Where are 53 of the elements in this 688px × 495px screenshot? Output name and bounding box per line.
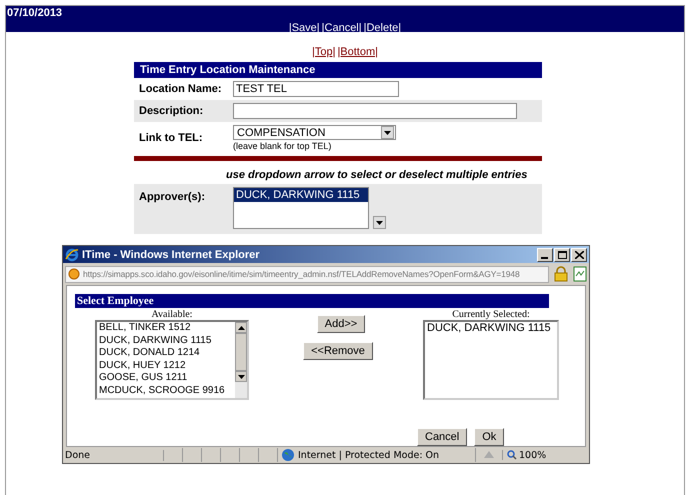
maximize-icon[interactable] [554,248,570,262]
minimize-icon[interactable] [537,248,553,262]
list-item[interactable]: MCDUCK, SCROOGE 9916 [99,384,235,397]
list-item[interactable]: GOOSE, GUS 1211 [99,372,235,384]
list-box[interactable]: BELL, TINKER 1512 DUCK, DARKWING 1115 DUCK, DONALD 1214 DUCK, HUEY 1212 GOOSE, GUS 1211 MCDUCK, SCROOGE 9916 [95,320,249,400]
list-item[interactable]: BELL, TINKER 1512 [99,322,235,334]
field-label: Approver(s): [139,191,206,203]
lock-icon [553,266,569,282]
column-label: Currently Selected: [452,309,530,320]
header-link[interactable]: |Delete| [364,22,402,34]
window-title: ITime - Windows Internet Explorer [82,248,261,260]
dropdown[interactable]: COMPENSATION [233,125,396,140]
section-title: Select Employee [75,294,549,308]
hint-text: (leave blank for top TEL) [233,141,332,151]
date-text: 07/10/2013 [7,7,62,19]
page-link[interactable]: |Top| [312,46,336,58]
remove-button[interactable]: <<Remove [303,342,373,360]
list-item[interactable]: DUCK, DARKWING 1115 [427,322,557,334]
hint-text: use dropdown arrow to select or deselect multiple entries [226,169,528,181]
status-text: Internet | Protected Mode: On [298,450,440,460]
caret-icon[interactable] [373,216,386,229]
close-icon[interactable] [571,248,587,262]
caret-icon [381,126,394,139]
header-link[interactable]: |Save| [288,22,320,34]
zoom-text[interactable]: 100% [519,450,546,460]
page-link[interactable]: |Bottom| [337,46,378,58]
ok-button[interactable]: Ok [474,428,504,446]
cancel-button[interactable]: Cancel [417,428,468,446]
globe-icon [281,448,295,462]
column-label: Available: [152,309,192,320]
zoom-icon [507,450,517,460]
list-item[interactable]: DUCK, DARKWING 1115 [234,188,368,202]
header-link[interactable]: |Cancel| [322,22,362,34]
add-button[interactable]: Add>> [316,315,366,333]
browser-icon [65,248,79,262]
list-box[interactable]: DUCK, DARKWING 1115 [233,187,369,229]
list-item[interactable]: DUCK, HUEY 1212 [99,360,235,372]
list-item[interactable]: DUCK, DARKWING 1115 [99,334,235,347]
section-title: Time Entry Location Maintenance [134,62,542,78]
input-field[interactable] [233,103,517,119]
page-icon[interactable] [573,266,587,282]
list-box[interactable]: DUCK, DARKWING 1115 [423,320,559,400]
field-label: Description: [139,105,204,117]
list-item[interactable]: DUCK, DONALD 1214 [99,347,235,360]
scroll-down-icon[interactable] [238,374,244,378]
site-icon [68,268,80,280]
status-text: Done [63,450,164,460]
scrollbar[interactable] [235,322,247,398]
input-field[interactable]: TEST TEL [233,81,399,97]
field-label: Location Name: [139,83,223,95]
field-label: Link to TEL: [139,132,204,144]
scroll-up-icon[interactable] [238,326,244,330]
address-bar[interactable]: https://simapps.sco.idaho.gov/eisonline/itime/sim/timeentry_admin.nsf/TELAddRemoveNames?OpenForm&AGY=1948 [65,266,549,282]
